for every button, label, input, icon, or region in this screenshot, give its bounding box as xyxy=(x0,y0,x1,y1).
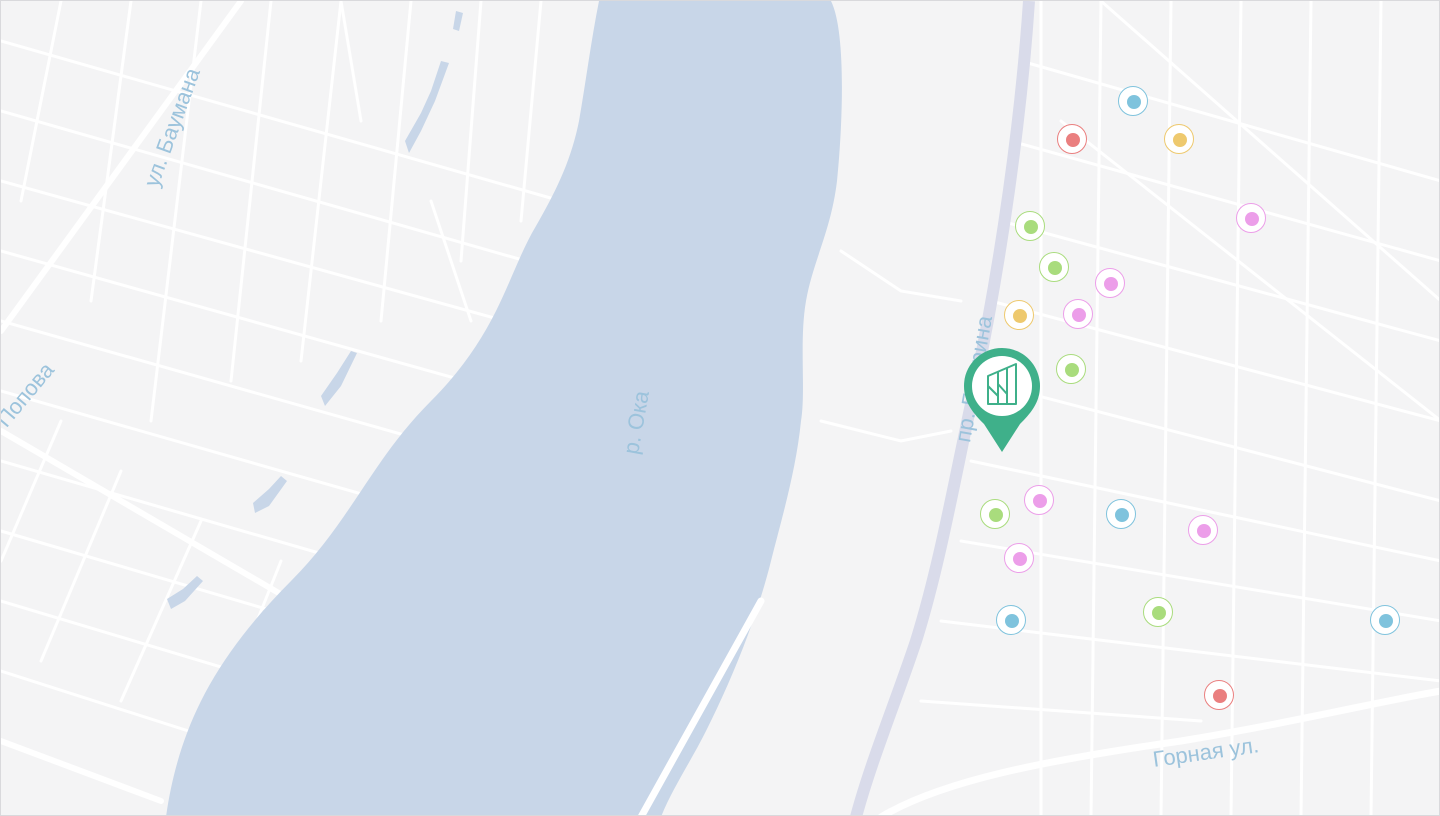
poi-marker-blue[interactable] xyxy=(1370,605,1400,635)
poi-marker-red[interactable] xyxy=(1057,124,1087,154)
poi-marker-green[interactable] xyxy=(1143,597,1173,627)
poi-marker-pink[interactable] xyxy=(1004,543,1034,573)
building-logo-icon xyxy=(964,348,1040,452)
poi-marker-pink[interactable] xyxy=(1236,203,1266,233)
poi-marker-pink[interactable] xyxy=(1024,485,1054,515)
poi-marker-pink[interactable] xyxy=(1188,515,1218,545)
poi-marker-blue[interactable] xyxy=(1106,499,1136,529)
poi-marker-blue[interactable] xyxy=(996,605,1026,635)
poi-marker-pink[interactable] xyxy=(1063,299,1093,329)
map-view[interactable]: ул. Баумана Попова р. Ока пр. Гагарина Г… xyxy=(0,0,1440,816)
poi-marker-pink[interactable] xyxy=(1095,268,1125,298)
poi-marker-red[interactable] xyxy=(1204,680,1234,710)
poi-marker-yellow[interactable] xyxy=(1164,124,1194,154)
poi-marker-green[interactable] xyxy=(1039,252,1069,282)
poi-marker-blue[interactable] xyxy=(1118,86,1148,116)
poi-marker-green[interactable] xyxy=(1015,211,1045,241)
main-location-pin[interactable] xyxy=(964,348,1040,454)
poi-marker-green[interactable] xyxy=(980,499,1010,529)
poi-marker-green[interactable] xyxy=(1056,354,1086,384)
poi-marker-yellow[interactable] xyxy=(1004,300,1034,330)
